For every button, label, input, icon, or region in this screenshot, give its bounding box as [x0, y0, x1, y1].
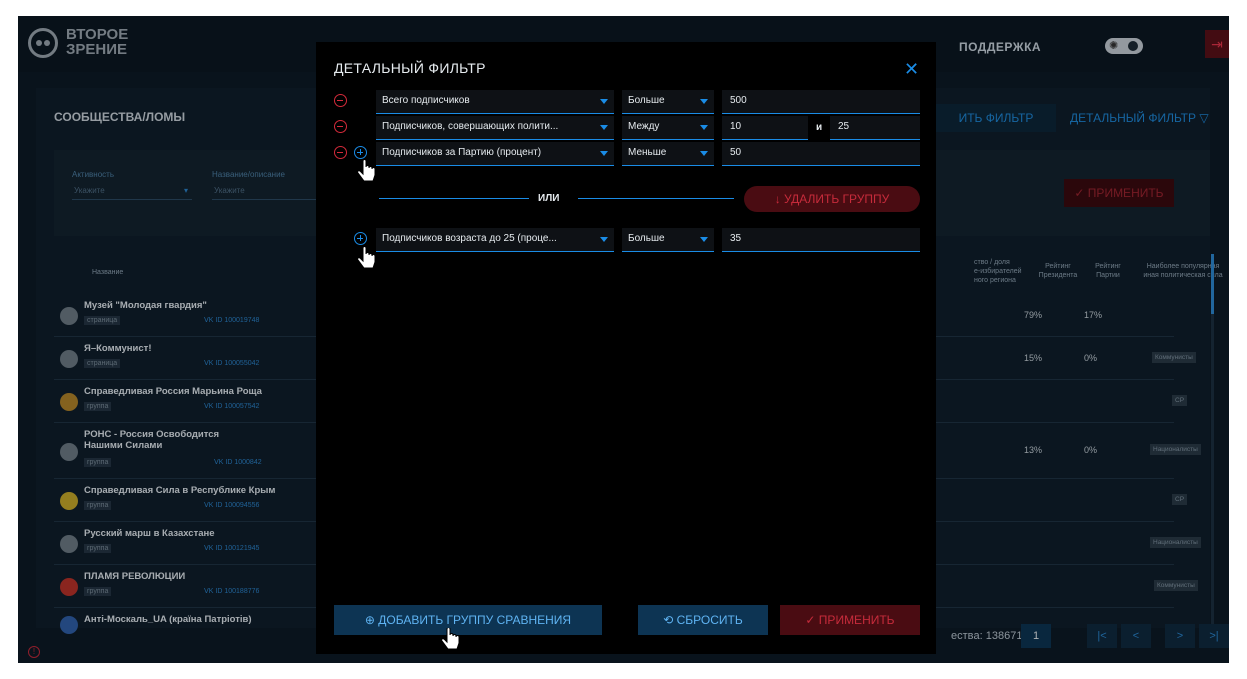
condition-field-value: Всего подписчиков — [382, 95, 470, 106]
reset-button[interactable]: ⟲ СБРОСИТЬ — [638, 605, 768, 635]
close-button[interactable]: ✕ — [904, 60, 919, 78]
condition-value-input[interactable]: 35 — [722, 228, 920, 252]
apply-button[interactable]: ✓ ПРИМЕНИТЬ — [780, 605, 920, 635]
add-condition-icon[interactable] — [354, 146, 367, 159]
remove-condition-icon[interactable] — [334, 94, 347, 107]
condition-operator-select[interactable]: Больше — [622, 228, 714, 252]
chevron-down-icon — [700, 99, 708, 104]
condition-operator-value: Между — [628, 121, 660, 132]
add-comparison-group-button[interactable]: ⊕ ДОБАВИТЬ ГРУППУ СРАВНЕНИЯ — [334, 605, 602, 635]
hand-cursor-icon — [357, 247, 376, 269]
condition-operator-value: Меньше — [628, 147, 667, 158]
hand-cursor-icon — [441, 628, 460, 650]
condition-value-to-input[interactable]: 25 — [830, 116, 920, 140]
remove-condition-icon[interactable] — [334, 146, 347, 159]
chevron-down-icon — [600, 237, 608, 242]
condition-value-input[interactable]: 50 — [722, 142, 920, 166]
or-divider-left — [379, 198, 529, 199]
condition-field-value: Подписчиков, совершающих полити... — [382, 121, 559, 132]
modal-title: ДЕТАЛЬНЫЙ ФИЛЬТР — [334, 60, 486, 76]
chevron-down-icon — [600, 151, 608, 156]
or-divider-right — [578, 198, 734, 199]
close-icon: ✕ — [904, 59, 920, 79]
remove-condition-icon[interactable] — [334, 120, 347, 133]
condition-value-input[interactable]: 500 — [722, 90, 920, 114]
condition-field-select[interactable]: Подписчиков, совершающих полити... — [376, 116, 614, 140]
or-label: ИЛИ — [538, 193, 560, 204]
condition-value-from-input[interactable]: 10 — [722, 116, 808, 140]
condition-operator-select[interactable]: Между — [622, 116, 714, 140]
chevron-down-icon — [600, 99, 608, 104]
condition-field-select[interactable]: Подписчиков возраста до 25 (проце... — [376, 228, 614, 252]
add-condition-icon[interactable] — [354, 232, 367, 245]
condition-operator-value: Больше — [628, 233, 665, 244]
condition-field-select[interactable]: Всего подписчиков — [376, 90, 614, 114]
condition-field-select[interactable]: Подписчиков за Партию (процент) — [376, 142, 614, 166]
between-and-label: и — [816, 122, 823, 133]
condition-operator-value: Больше — [628, 95, 665, 106]
condition-field-value: Подписчиков за Партию (процент) — [382, 147, 542, 158]
chevron-down-icon — [700, 237, 708, 242]
condition-operator-select[interactable]: Меньше — [622, 142, 714, 166]
chevron-down-icon — [700, 125, 708, 130]
chevron-down-icon — [700, 151, 708, 156]
condition-field-value: Подписчиков возраста до 25 (проце... — [382, 233, 557, 244]
detail-filter-modal: ДЕТАЛЬНЫЙ ФИЛЬТР ✕ Всего подписчиков Бол… — [316, 42, 936, 654]
hand-cursor-icon — [357, 160, 376, 182]
chevron-down-icon — [600, 125, 608, 130]
app-screen: ВТОРОЕ ЗРЕНИЕ ПОДДЕРЖКА ✺ ⇥ СООБЩЕСТВА/Л… — [18, 16, 1229, 663]
delete-group-button[interactable]: ↓ УДАЛИТЬ ГРУППУ — [744, 186, 920, 212]
condition-operator-select[interactable]: Больше — [622, 90, 714, 114]
